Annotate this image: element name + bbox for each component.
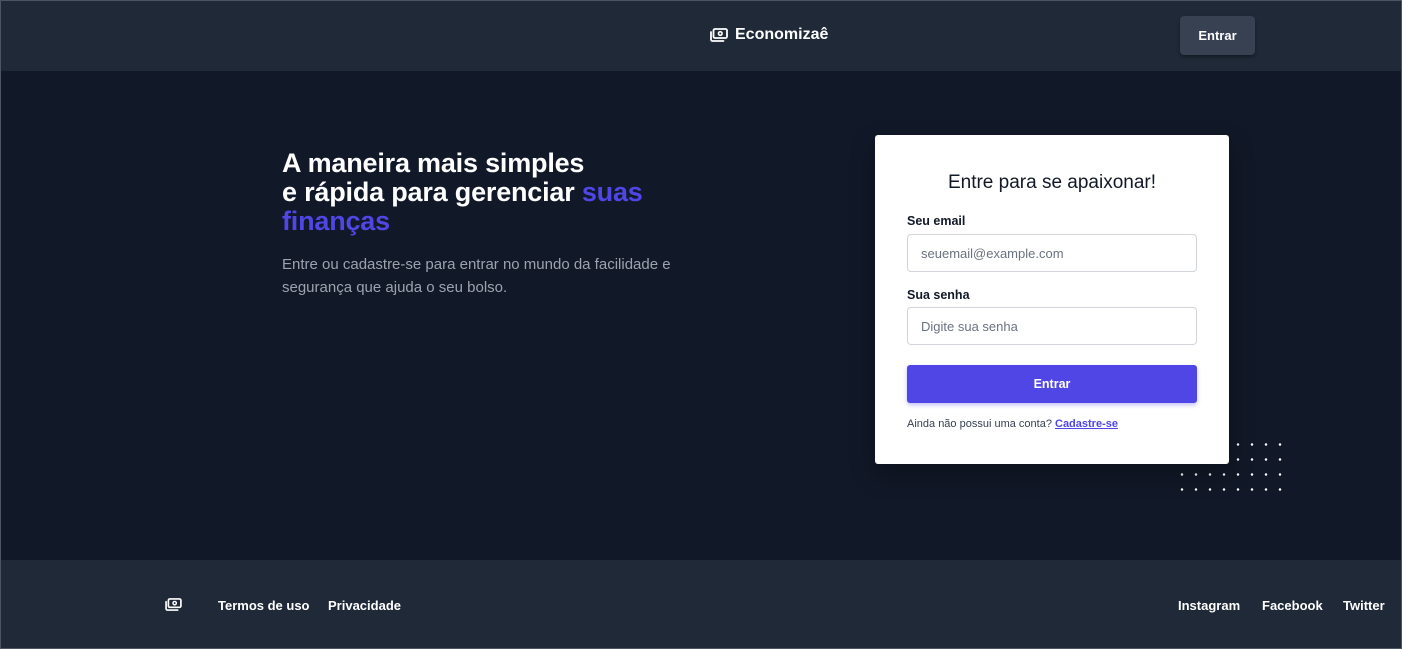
login-card: Entre para se apaixonar! Seu email Sua s… (875, 135, 1229, 464)
money-bill-icon[interactable] (165, 598, 182, 611)
footer-link-privacy[interactable]: Privacidade (328, 598, 401, 613)
footer-link-instagram[interactable]: Instagram (1178, 598, 1240, 613)
header-login-button[interactable]: Entrar (1180, 16, 1255, 55)
top-nav: Economizaê Entrar (1, 1, 1401, 71)
hero-subtitle: Entre ou cadastre-se para entrar no mund… (282, 256, 671, 296)
hero-title-line2: e rápida para gerenciar (282, 177, 582, 207)
email-field[interactable] (907, 234, 1197, 272)
brand-name: Economizaê (735, 26, 829, 43)
signup-prompt-text: Ainda não possui uma conta? (907, 418, 1052, 430)
money-bill-icon (710, 28, 728, 42)
password-label: Sua senha (907, 288, 970, 302)
hero-title: A maneira mais simples e rápida para ger… (282, 149, 682, 236)
page: Economizaê Entrar A maneira mais simples… (0, 0, 1402, 649)
password-field[interactable] (907, 307, 1197, 345)
footer-link-twitter[interactable]: Twitter (1343, 598, 1385, 613)
footer-link-facebook[interactable]: Facebook (1262, 598, 1323, 613)
hero: A maneira mais simples e rápida para ger… (282, 149, 682, 299)
footer: Termos de uso Privacidade Instagram Face… (1, 560, 1401, 648)
login-title: Entre para se apaixonar! (947, 172, 1157, 193)
brand-logo[interactable]: Economizaê (710, 26, 828, 44)
signup-prompt: Ainda não possui uma conta? Cadastre-se (907, 418, 1118, 430)
footer-link-terms[interactable]: Termos de uso (218, 598, 310, 613)
signup-link[interactable]: Cadastre-se (1055, 418, 1118, 430)
hero-title-line1: A maneira mais simples (282, 148, 585, 178)
login-submit-button[interactable]: Entrar (907, 365, 1197, 403)
email-label: Seu email (907, 214, 966, 228)
